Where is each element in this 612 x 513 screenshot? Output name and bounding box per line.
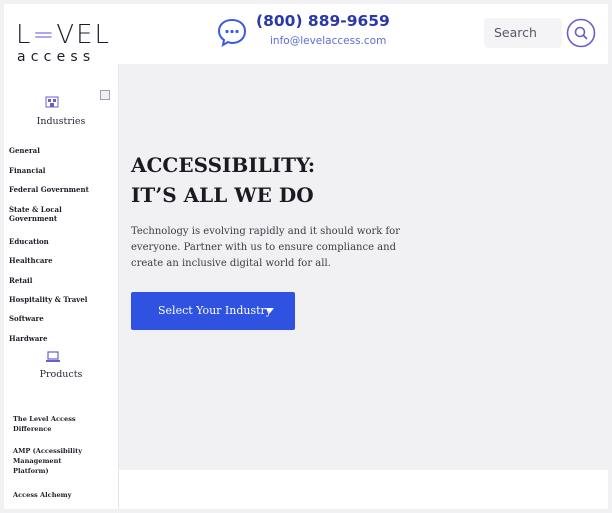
logo[interactable]: L=VEL access [16,20,112,70]
hero-title-line1: ACCESSIBILITY: [131,153,316,177]
search-placeholder: Search [494,25,537,40]
industries-title: Industries [36,116,86,127]
logo-wordmark: L=VEL [16,20,111,50]
content-below-hero [119,470,608,509]
browser-viewport: L=VEL access Industries General Financia… [4,4,608,509]
sidebar-item-access-alchemy[interactable]: Access Alchemy [13,490,93,500]
sidebar-item-level-access-difference[interactable]: The Level Access Difference [13,414,93,434]
sidebar-item-financial[interactable]: Financial [9,166,109,175]
products-title: Products [39,369,83,380]
laptop-icon [46,351,60,362]
sidebar-item-hardware[interactable]: Hardware [9,334,109,343]
select-industry-button[interactable]: Select Your Industry [131,292,295,330]
hero-section: ACCESSIBILITY: IT’S ALL WE DO Technology… [119,64,608,470]
sidebar-item-federal-government[interactable]: Federal Government [9,185,109,194]
sidebar-item-retail[interactable]: Retail [9,276,109,285]
sidebar-item-state-local-government[interactable]: State & Local Government [9,205,79,223]
select-industry-label: Select Your Industry [158,304,273,317]
chat-icon[interactable] [216,16,248,48]
collapse-icon[interactable] [100,90,110,100]
email-link[interactable]: info@levelaccess.com [270,35,386,47]
caret-down-icon [266,308,274,313]
sidebar-item-general[interactable]: General [9,146,109,155]
sidebar: L=VEL access Industries General Financia… [4,4,119,509]
sidebar-item-software[interactable]: Software [9,314,109,323]
search-input[interactable]: Search [484,18,562,48]
hero-title-line2: IT’S ALL WE DO [131,183,314,207]
phone-number[interactable]: (800) 889-9659 [256,12,390,30]
sidebar-item-hospitality-travel[interactable]: Hospitality & Travel [9,295,109,304]
search-icon[interactable] [566,18,596,48]
sidebar-item-amp[interactable]: AMP (Accessibility Management Platform) [13,446,83,476]
header: (800) 889-9659 info@levelaccess.com Sear… [118,4,608,64]
sidebar-item-healthcare[interactable]: Healthcare [9,256,109,265]
logo-subtitle: access [17,49,96,65]
building-icon [45,96,59,108]
hero-title: ACCESSIBILITY: IT’S ALL WE DO [131,150,431,210]
sidebar-item-education[interactable]: Education [9,237,109,246]
hero-description: Technology is evolving rapidly and it sh… [131,226,400,269]
